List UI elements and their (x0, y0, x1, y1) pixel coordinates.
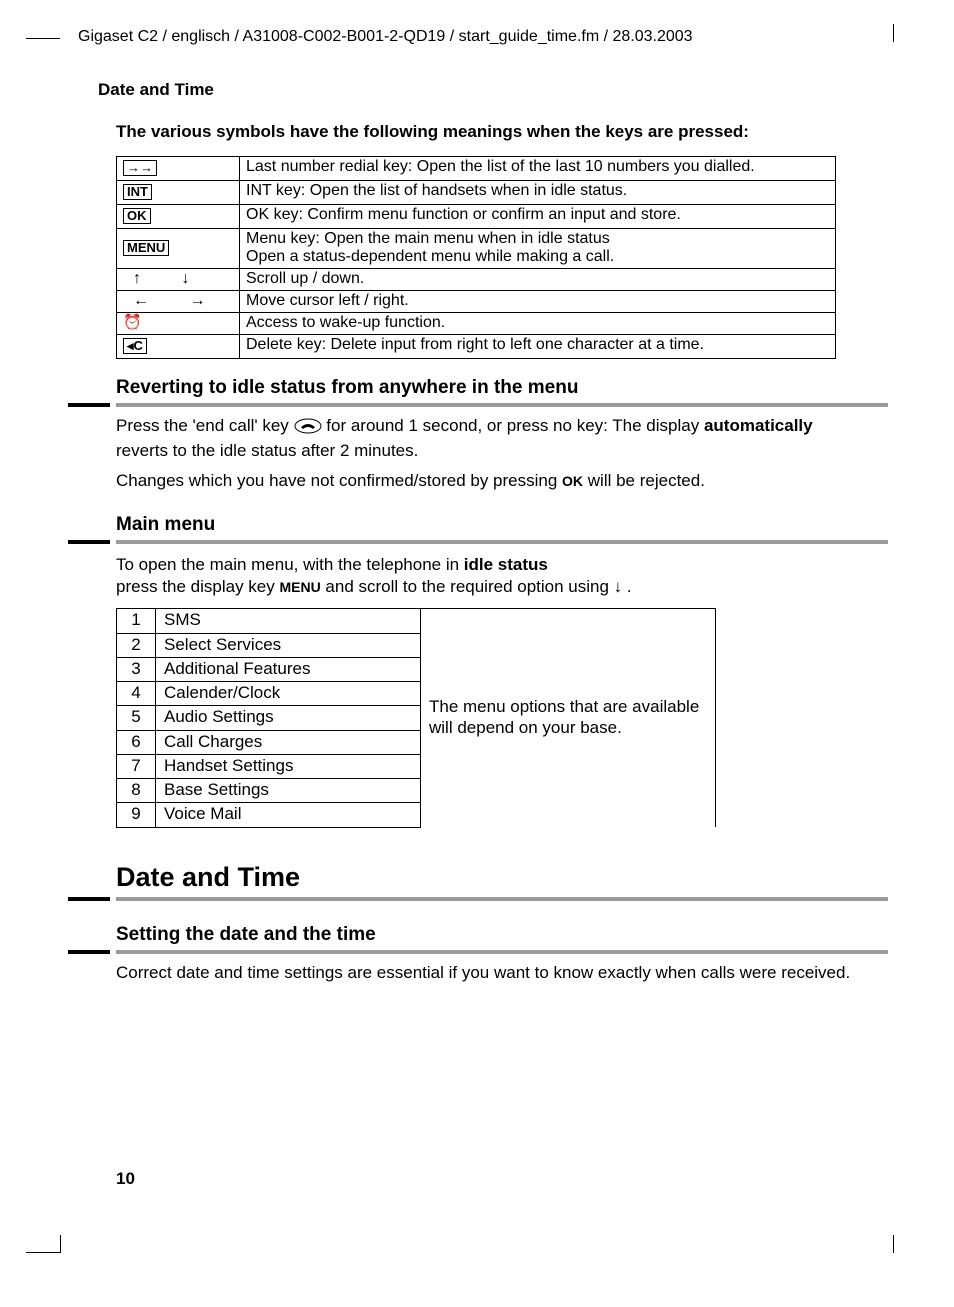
ok-key-icon: OK (117, 205, 240, 229)
section-rule (68, 403, 888, 407)
heading-main-menu: Main menu (116, 514, 886, 536)
menu-item-number: 2 (117, 633, 156, 657)
menu-key-inline: MENU (279, 579, 320, 595)
alarm-icon: ⏰ (117, 313, 240, 335)
table-row: MENUMenu key: Open the main menu when in… (117, 229, 836, 269)
table-row: →→Last number redial key: Open the list … (117, 157, 836, 181)
revert-p2-a: Changes which you have not confirmed/sto… (116, 471, 562, 490)
menu-item-number: 1 (117, 609, 156, 633)
menu-item-name: Base Settings (156, 779, 421, 803)
delete-key-icon: ◂C (117, 335, 240, 359)
heading-reverting: Reverting to idle status from anywhere i… (116, 377, 886, 399)
table-row: ← →Move cursor left / right. (117, 291, 836, 313)
revert-paragraph-1: Press the 'end call' key for around 1 se… (116, 415, 856, 462)
table-row: ↑ ↓Scroll up / down. (117, 269, 836, 291)
section-rule (68, 540, 888, 544)
table-row: 1SMSThe menu options that are available … (117, 609, 716, 633)
move-leftright-icon: ← → (117, 291, 240, 313)
symbol-description: Delete key: Delete input from right to l… (240, 335, 836, 359)
menu-item-name: Additional Features (156, 657, 421, 681)
symbols-intro: The various symbols have the following m… (116, 122, 886, 142)
menu-item-number: 3 (117, 657, 156, 681)
menu-item-number: 8 (117, 779, 156, 803)
revert-p2-b: will be rejected. (588, 471, 705, 490)
menu-item-number: 5 (117, 706, 156, 730)
menu-item-name: Call Charges (156, 730, 421, 754)
revert-text-a: Press the 'end call' key (116, 416, 294, 435)
menu-item-name: Voice Mail (156, 803, 421, 827)
menu-item-number: 7 (117, 754, 156, 778)
mm-intro-b: press the display key (116, 577, 279, 596)
symbol-description: OK key: Confirm menu function or confirm… (240, 205, 836, 229)
date-time-paragraph: Correct date and time settings are essen… (116, 962, 856, 984)
heading-date-time: Date and Time (116, 862, 886, 893)
symbol-description: Last number redial key: Open the list of… (240, 157, 836, 181)
menu-note: The menu options that are available will… (421, 609, 716, 827)
int-key-icon: INT (117, 181, 240, 205)
menu-item-number: 9 (117, 803, 156, 827)
symbol-description: Move cursor left / right. (240, 291, 836, 313)
mm-intro-c: and scroll to the required option using (321, 577, 614, 596)
section-rule (68, 950, 888, 954)
menu-item-number: 6 (117, 730, 156, 754)
section-rule (68, 897, 888, 902)
header-path: Gigaset C2 / englisch / A31008-C002-B001… (78, 28, 886, 46)
revert-text-b: for around 1 second, or press no key: Th… (326, 416, 704, 435)
mm-intro-bold: idle status (464, 555, 548, 574)
menu-item-name: Calender/Clock (156, 682, 421, 706)
symbols-table: →→Last number redial key: Open the list … (116, 156, 836, 359)
table-row: ⏰Access to wake-up function. (117, 313, 836, 335)
revert-text-c: reverts to the idle status after 2 minut… (116, 441, 418, 460)
end-call-key-icon (294, 418, 322, 440)
table-row: INTINT key: Open the list of handsets wh… (117, 181, 836, 205)
table-row: OKOK key: Confirm menu function or confi… (117, 205, 836, 229)
menu-item-name: Select Services (156, 633, 421, 657)
revert-paragraph-2: Changes which you have not confirmed/sto… (116, 470, 856, 492)
symbol-description: Scroll up / down. (240, 269, 836, 291)
mainmenu-intro: To open the main menu, with the telephon… (116, 554, 856, 598)
running-head: Date and Time (98, 80, 886, 100)
down-arrow-icon: ↓ (614, 577, 623, 596)
menu-item-name: SMS (156, 609, 421, 633)
menu-item-name: Handset Settings (156, 754, 421, 778)
symbol-description: Access to wake-up function. (240, 313, 836, 335)
main-menu-table: 1SMSThe menu options that are available … (116, 608, 716, 827)
ok-key-inline: OK (562, 473, 583, 489)
menu-item-number: 4 (117, 682, 156, 706)
menu-key-icon: MENU (117, 229, 240, 269)
redial-key-icon: →→ (117, 157, 240, 181)
heading-setting-date-time: Setting the date and the time (116, 924, 886, 946)
revert-bold: automatically (704, 416, 813, 435)
menu-item-name: Audio Settings (156, 706, 421, 730)
page-number: 10 (116, 1169, 135, 1189)
symbol-description: Menu key: Open the main menu when in idl… (240, 229, 836, 269)
symbol-description: INT key: Open the list of handsets when … (240, 181, 836, 205)
mm-intro-d: . (622, 577, 631, 596)
mm-intro-a: To open the main menu, with the telephon… (116, 555, 464, 574)
scroll-updown-icon: ↑ ↓ (117, 269, 240, 291)
table-row: ◂CDelete key: Delete input from right to… (117, 335, 836, 359)
